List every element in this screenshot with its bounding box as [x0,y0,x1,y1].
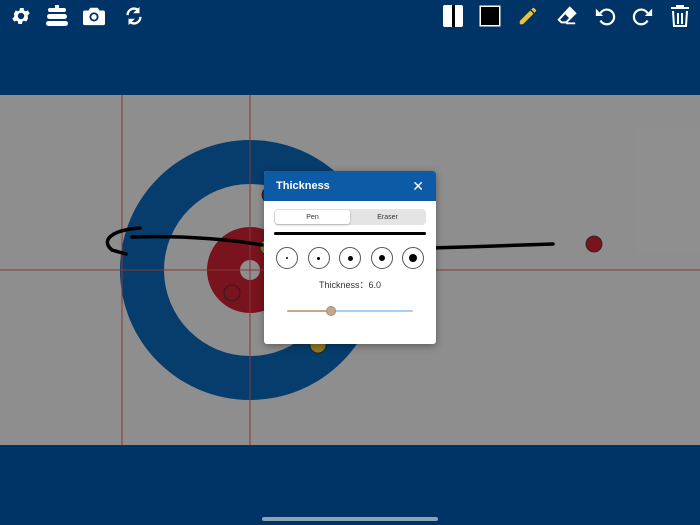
slider-track-filled [287,310,332,312]
home-indicator [262,517,438,521]
close-icon[interactable]: ✕ [412,179,424,193]
thickness-dialog: Thickness ✕ Pen Eraser Thickness：6.0 [264,171,436,344]
camera-icon[interactable] [81,3,107,29]
pencil-icon[interactable] [515,3,541,29]
redo-icon[interactable] [630,3,656,29]
size-option-3[interactable] [339,247,361,269]
eraser-icon[interactable] [554,3,580,29]
top-toolbar [0,0,700,32]
size-option-4[interactable] [370,247,393,269]
size-option-1[interactable] [276,247,298,269]
undo-icon[interactable] [592,3,618,29]
tab-pen[interactable]: Pen [275,210,350,224]
curling-stones-icon[interactable] [44,3,70,29]
trash-icon[interactable] [667,3,693,29]
thickness-slider[interactable] [287,306,413,316]
dialog-header: Thickness ✕ [264,171,436,201]
gear-icon[interactable] [8,3,34,29]
size-presets [276,247,424,269]
color-swatch-icon[interactable] [477,3,503,29]
line-style-icon[interactable] [440,3,466,29]
thickness-preview-line [274,232,426,235]
pen-eraser-segmented-control: Pen Eraser [274,209,426,225]
refresh-icon[interactable] [121,3,147,29]
dialog-title: Thickness [276,180,330,192]
slider-track-remaining [331,310,413,312]
slider-thumb[interactable] [326,306,337,316]
size-option-5[interactable] [402,247,424,269]
size-option-2[interactable] [307,247,330,269]
thickness-value-label: Thickness：6.0 [318,280,382,290]
tab-eraser[interactable]: Eraser [350,210,425,224]
